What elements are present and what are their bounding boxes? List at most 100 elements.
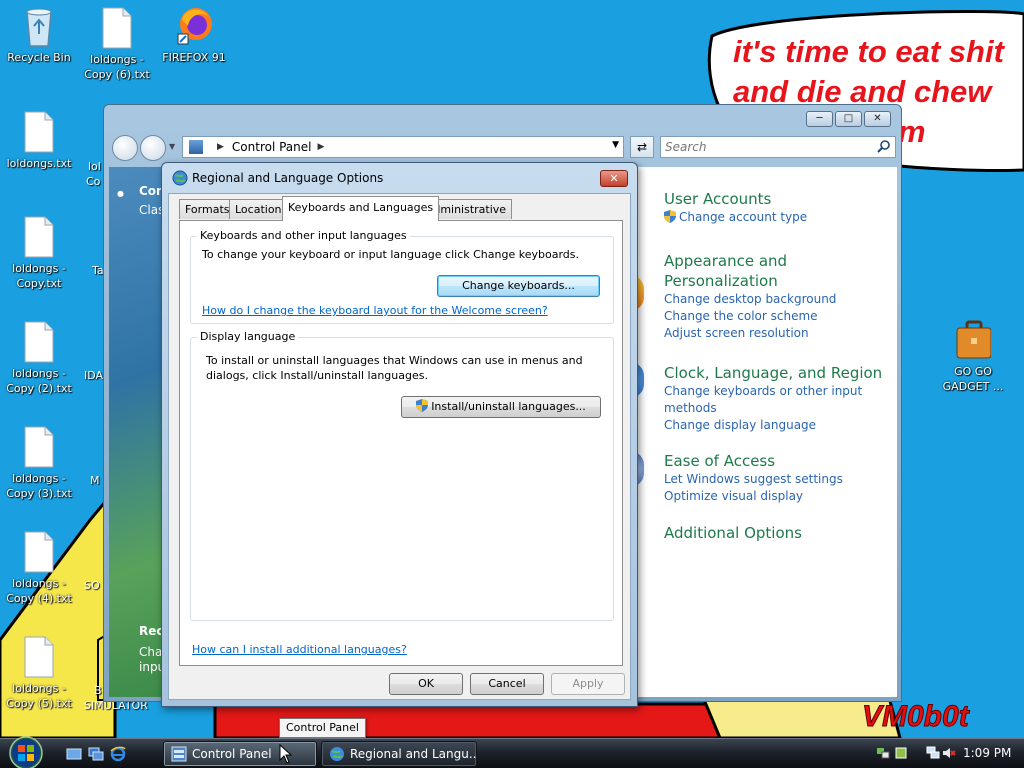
ok-button[interactable]: OK bbox=[389, 673, 463, 695]
text-file-icon bbox=[24, 111, 54, 153]
category-link[interactable]: Change desktop background bbox=[664, 291, 894, 308]
desktop-icon-label: GO GO GADGET ... bbox=[942, 365, 1004, 393]
text-file-icon bbox=[102, 7, 132, 49]
switch-windows-icon[interactable] bbox=[88, 746, 104, 762]
tab-formats[interactable]: Formats bbox=[179, 199, 236, 219]
dialog-titlebar[interactable]: Regional and Language Options ✕ bbox=[162, 163, 637, 193]
taskbar-tooltip: Control Panel bbox=[279, 718, 366, 738]
category-link-text[interactable]: Change account type bbox=[679, 210, 807, 224]
category-link[interactable]: Let Windows suggest settings bbox=[664, 471, 894, 488]
desktop-icon-recycle-bin[interactable]: Recycle Bin bbox=[0, 4, 78, 65]
search-input[interactable]: Search bbox=[660, 136, 896, 158]
category-clock-language-region: Clock, Language, and Region Change keybo… bbox=[664, 363, 894, 434]
desktop-partial-label: B bbox=[94, 684, 102, 697]
clock[interactable]: 1:09 PM bbox=[963, 739, 1011, 768]
maximize-button[interactable]: □ bbox=[835, 111, 862, 127]
category-link[interactable]: Change keyboards or other input methods bbox=[664, 383, 894, 417]
category-title[interactable]: Additional Options bbox=[664, 523, 894, 543]
network-icon[interactable] bbox=[926, 746, 940, 760]
control-panel-icon bbox=[171, 746, 187, 762]
taskbar-item-control-panel[interactable]: Control Panel bbox=[163, 741, 317, 767]
desktop-icon-loldongs-copy-4[interactable]: loldongs - Copy (4).txt bbox=[0, 530, 78, 606]
regional-language-dialog[interactable]: Regional and Language Options ✕ Formats … bbox=[161, 162, 638, 707]
change-keyboards-button[interactable]: Change keyboards... bbox=[437, 275, 600, 297]
desktop-icon-label: Recycle Bin bbox=[7, 51, 71, 64]
category-link[interactable]: Change account type bbox=[664, 209, 894, 226]
desktop-partial-label: lol bbox=[88, 160, 101, 173]
network-status-icon[interactable] bbox=[876, 746, 890, 760]
desktop-icon-label: loldongs.txt bbox=[6, 157, 72, 170]
group-title: Keyboards and other input languages bbox=[197, 229, 410, 242]
left-pane-recent: Rec bbox=[139, 624, 161, 638]
search-icon bbox=[877, 140, 890, 153]
taskbar-item-regional-language[interactable]: Regional and Langu... bbox=[321, 741, 477, 767]
desktop-icon-loldongs-copy-3[interactable]: loldongs - Copy (3).txt bbox=[0, 425, 78, 501]
text-file-icon bbox=[24, 216, 54, 258]
internet-explorer-icon[interactable] bbox=[110, 746, 126, 762]
install-uninstall-label: Install/uninstall languages... bbox=[431, 400, 586, 413]
category-title[interactable]: Ease of Access bbox=[664, 451, 894, 471]
minimize-button[interactable]: ─ bbox=[806, 111, 833, 127]
address-dropdown-icon[interactable]: ▼ bbox=[612, 140, 619, 150]
recent-pages-chevron-icon[interactable]: ▼ bbox=[169, 142, 175, 151]
globe-icon bbox=[330, 747, 344, 761]
desktop-icon-loldongs-copy-2[interactable]: loldongs - Copy (2).txt bbox=[0, 320, 78, 396]
tab-keyboards-and-languages[interactable]: Keyboards and Languages bbox=[282, 196, 440, 221]
category-additional-options: Additional Options bbox=[664, 523, 894, 543]
text-file-icon bbox=[24, 321, 54, 363]
wallpaper-text-line3: m bbox=[898, 114, 926, 149]
category-link[interactable]: Optimize visual display bbox=[664, 488, 894, 505]
keyboards-and-languages-panel: Keyboards and other input languages To c… bbox=[179, 220, 623, 666]
category-title[interactable]: Clock, Language, and Region bbox=[664, 363, 894, 383]
install-uninstall-languages-button[interactable]: Install/uninstall languages... bbox=[401, 396, 601, 418]
address-bar[interactable]: ▶ Control Panel ▶ ▼ bbox=[182, 136, 624, 158]
left-pane-recent-item[interactable]: Cha bbox=[139, 645, 161, 659]
search-placeholder: Search bbox=[665, 140, 707, 154]
desktop-icon-go-go-gadget[interactable]: GO GO GADGET ... bbox=[934, 318, 1012, 394]
desktop-icon-label: loldongs - Copy (3).txt bbox=[6, 472, 72, 500]
close-button[interactable]: ✕ bbox=[864, 111, 891, 127]
close-button[interactable]: ✕ bbox=[600, 170, 628, 187]
left-pane-classic-view[interactable]: Clas bbox=[139, 203, 161, 217]
desktop-icon-loldongs-copy[interactable]: loldongs - Copy.txt bbox=[0, 215, 78, 291]
install-languages-help-link[interactable]: How can I install additional languages? bbox=[192, 643, 407, 656]
refresh-button[interactable]: ⇄ bbox=[630, 136, 654, 158]
shield-icon bbox=[664, 210, 676, 223]
desktop-icon-loldongs[interactable]: loldongs.txt bbox=[0, 110, 78, 171]
control-panel-left-pane: ● Con Clas Rec Cha inpu bbox=[109, 167, 162, 697]
desktop-icon-label: loldongs - Copy (4).txt bbox=[6, 577, 72, 605]
desktop-icon-firefox[interactable]: FIREFOX 91 bbox=[155, 4, 233, 65]
desktop-partial-label: Co bbox=[86, 175, 101, 188]
bullet-icon: ● bbox=[117, 189, 124, 198]
left-pane-recent-item[interactable]: inpu bbox=[139, 660, 161, 674]
welcome-keyboard-help-link[interactable]: How do I change the keyboard layout for … bbox=[202, 304, 548, 317]
desktop-icon-loldongs-copy-6[interactable]: loldongs - Copy (6).txt bbox=[78, 6, 156, 82]
mouse-cursor-icon bbox=[279, 744, 293, 764]
start-orb-icon[interactable] bbox=[6, 735, 46, 768]
category-title[interactable]: User Accounts bbox=[664, 189, 894, 209]
tab-location[interactable]: Location bbox=[229, 199, 288, 219]
left-pane-heading[interactable]: Con bbox=[139, 184, 161, 198]
apply-button[interactable]: Apply bbox=[551, 673, 625, 695]
taskbar: Control Panel Regional and Langu... 1:09… bbox=[0, 735, 1024, 768]
category-link[interactable]: Change the color scheme bbox=[664, 308, 894, 325]
back-button[interactable] bbox=[112, 135, 138, 161]
breadcrumb-arrow-icon[interactable]: ▶ bbox=[217, 142, 224, 152]
forward-button[interactable] bbox=[140, 135, 166, 161]
cancel-button[interactable]: Cancel bbox=[470, 673, 544, 695]
desktop-icon-label: loldongs - Copy (5).txt bbox=[6, 682, 72, 710]
devices-icon[interactable] bbox=[894, 746, 908, 760]
show-desktop-icon[interactable] bbox=[66, 746, 82, 762]
category-link[interactable]: Change display language bbox=[664, 417, 894, 434]
display-language-group: Display language To install or uninstall… bbox=[190, 330, 614, 621]
breadcrumb-control-panel[interactable]: Control Panel bbox=[232, 140, 312, 154]
desktop-icon-loldongs-copy-5[interactable]: loldongs - Copy (5).txt bbox=[0, 635, 78, 711]
category-link[interactable]: Adjust screen resolution bbox=[664, 325, 894, 342]
navigation-bar: ▼ ▶ Control Panel ▶ ▼ ⇄ Search bbox=[110, 133, 896, 161]
category-title[interactable]: Appearance and Personalization bbox=[664, 251, 894, 291]
control-panel-icon bbox=[189, 140, 203, 154]
volume-muted-icon[interactable] bbox=[942, 746, 956, 760]
breadcrumb-arrow-icon[interactable]: ▶ bbox=[318, 142, 325, 152]
recycle-bin-icon bbox=[26, 8, 52, 47]
desktop-icon-label: loldongs - Copy.txt bbox=[12, 262, 66, 290]
